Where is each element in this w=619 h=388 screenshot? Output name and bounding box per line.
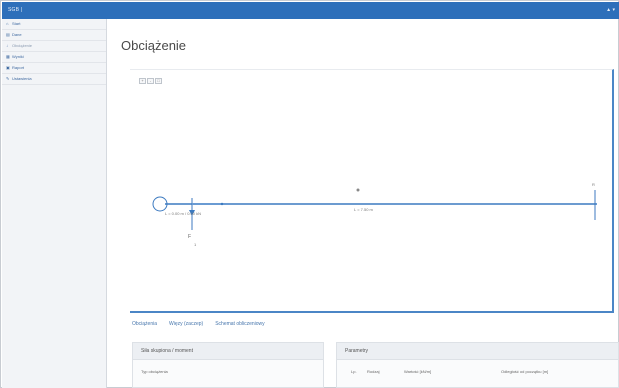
column-header: Rodzaj [367, 369, 380, 374]
sidebar-item-label: Start [12, 21, 21, 26]
sidebar-item-raport[interactable]: ▣ Raport [2, 63, 106, 74]
tab-schemat[interactable]: Schemat obliczeniowy [215, 321, 264, 327]
span-label: L = 7.50 m [354, 207, 374, 212]
table-header: Lp. Rodzaj Wartość [kN/m] Odległość od p… [337, 360, 618, 374]
load-type-panel: Siła skupiona / moment Typ obciążenia [132, 342, 324, 388]
data-icon: ▤ [6, 32, 10, 37]
sidebar-item-dane[interactable]: ▤ Dane [2, 30, 106, 41]
top-bar: SGB | ▲ ▾ [2, 2, 619, 19]
sidebar-item-label: Dane [12, 32, 22, 37]
column-header: Lp. [351, 369, 357, 374]
force-label: F [188, 234, 191, 240]
sidebar-item-start[interactable]: ⌂ Start [2, 19, 106, 30]
settings-icon: ✎ [6, 76, 10, 81]
sidebar-item-label: Obciążenie [12, 43, 33, 48]
chart-icon: ▦ [6, 54, 10, 59]
main-content: Obciążenie + - □ L = 0.00 m / 0.00 kN L … [108, 19, 619, 388]
column-header: Wartość [kN/m] [404, 369, 432, 374]
panel-title: Parametry [337, 343, 618, 360]
node-point [220, 202, 224, 206]
support-label: L = 0.00 m / 0.00 kN [165, 211, 201, 216]
load-icon: ↓ [6, 43, 8, 48]
force-value-label: 1 [194, 242, 197, 247]
column-header: Odległość od początku [m] [501, 369, 549, 374]
sidebar-item-label: Ustawienia [12, 76, 32, 81]
app-window: SGB | ▲ ▾ ⌂ Start ▤ Dane ↓ Obciążenie ▦ Wyni… [0, 0, 619, 388]
sidebar-item-label: Raport [12, 65, 25, 70]
sidebar-item-obciazenie[interactable]: ↓ Obciążenie [2, 41, 106, 52]
panel-title: Siła skupiona / moment [133, 343, 323, 360]
sidebar-item-label: Wyniki [12, 54, 24, 59]
tab-obciazenia[interactable]: Obciążenia [132, 321, 157, 327]
end-label: R [592, 182, 595, 187]
sidebar: ⌂ Start ▤ Dane ↓ Obciążenie ▦ Wyniki ▣ Raport… [2, 19, 107, 388]
parameters-panel: Parametry Lp. Rodzaj Wartość [kN/m] Odle… [336, 342, 619, 388]
midpoint-marker-icon [356, 188, 360, 192]
left-support-icon [152, 196, 168, 212]
page-title: Obciążenie [121, 38, 187, 53]
tab-wiezy[interactable]: Więzy (zaczep) [169, 321, 203, 327]
home-icon: ⌂ [6, 21, 9, 26]
brand-label[interactable]: SGB | [8, 7, 22, 13]
sidebar-item-wyniki[interactable]: ▦ Wyniki [2, 52, 106, 63]
sidebar-item-ustawienia[interactable]: ✎ Ustawienia [2, 74, 106, 85]
diagram-canvas: L = 0.00 m / 0.00 kN L = 7.50 m F 1 R [152, 182, 597, 247]
report-icon: ▣ [6, 65, 10, 70]
tab-bar: Obciążenia Więzy (zaczep) Schemat oblicz… [132, 321, 265, 327]
load-type-row[interactable]: Typ obciążenia [133, 360, 323, 374]
beam-diagram[interactable]: + - □ L = 0.00 m / 0.00 kN L = 7.50 m F … [130, 69, 614, 313]
user-menu[interactable]: ▲ ▾ [606, 7, 615, 13]
